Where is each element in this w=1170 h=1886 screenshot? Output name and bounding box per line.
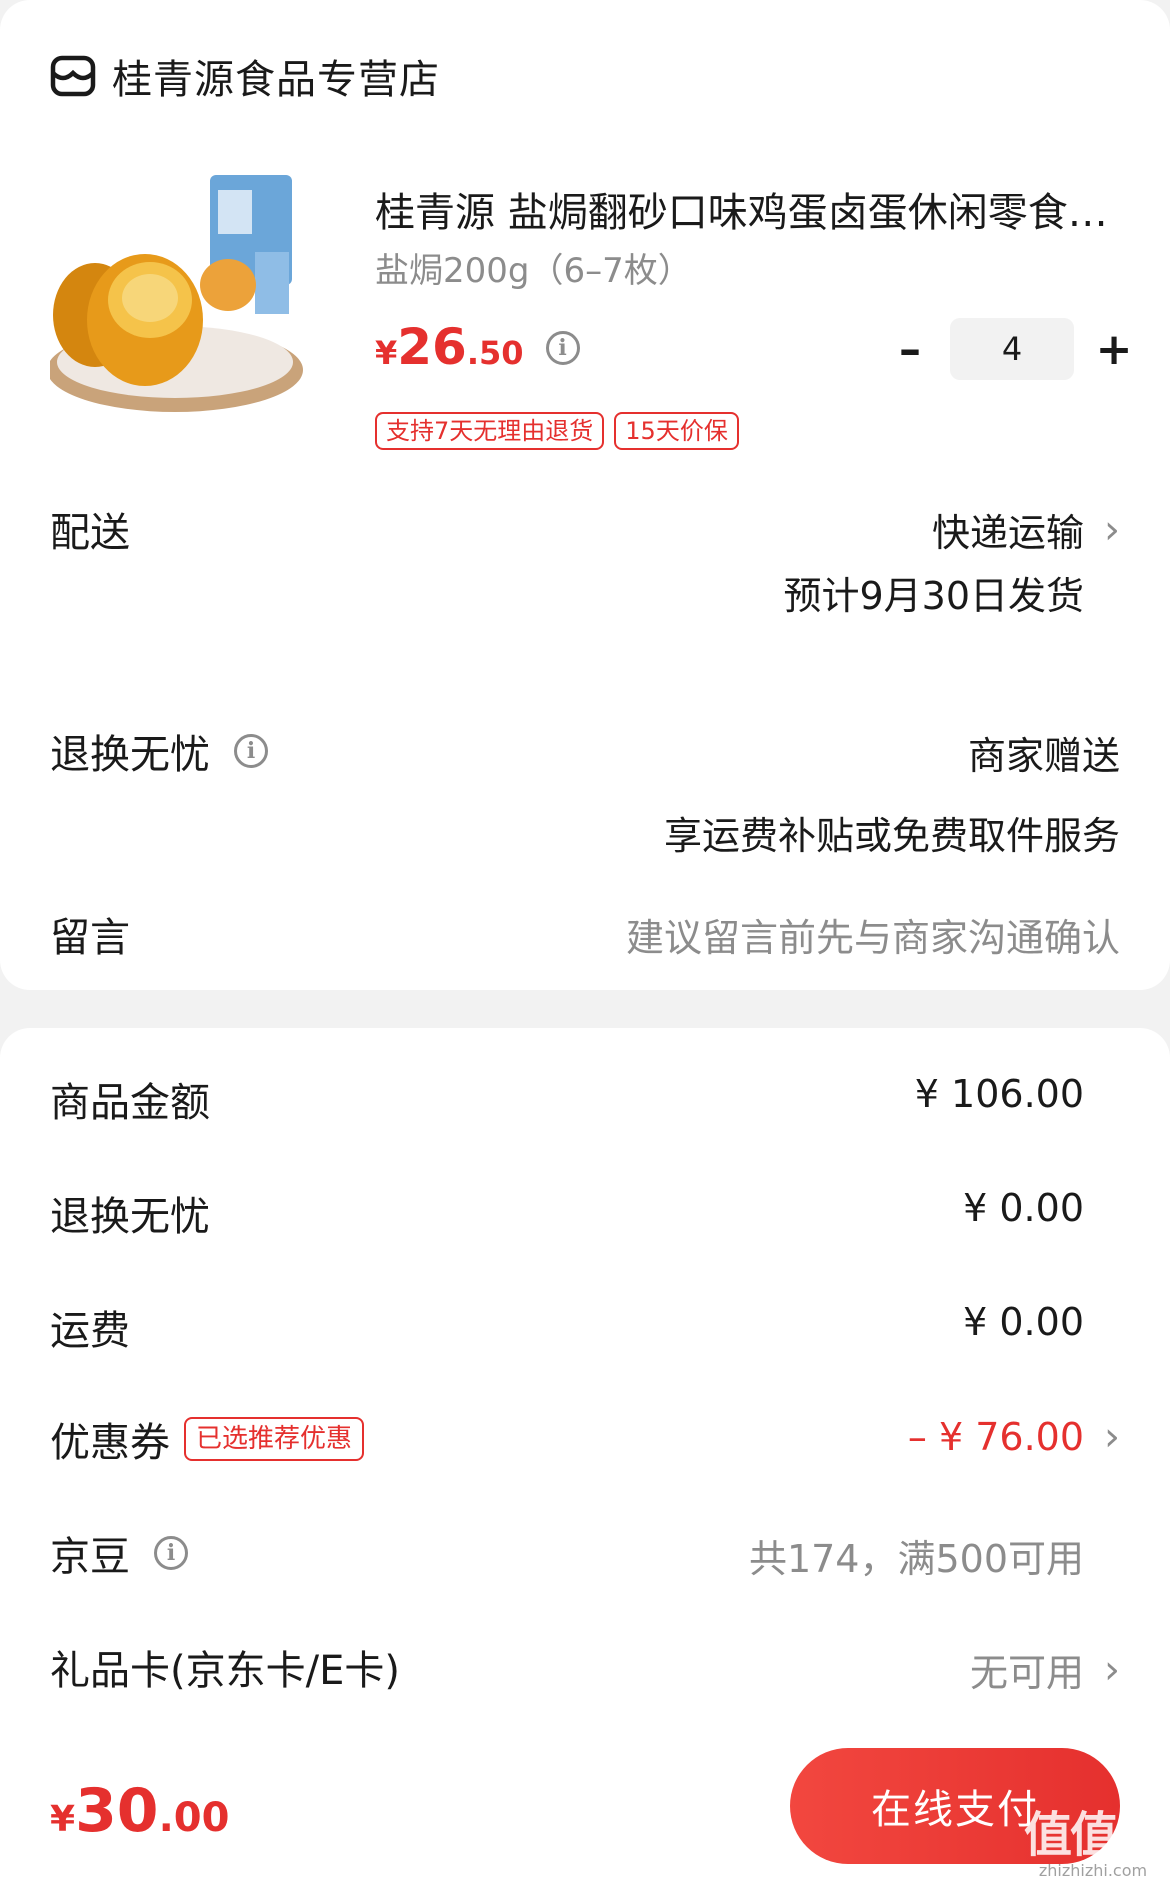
coupon-selector[interactable]: – ¥ 76.00 › xyxy=(908,1414,1120,1460)
quantity-input[interactable]: 4 xyxy=(950,318,1074,380)
unit-price: ¥ 26 .50 i xyxy=(375,318,580,378)
jd-bean-row-label: 京豆 i xyxy=(50,1524,188,1582)
product-image[interactable] xyxy=(50,170,332,452)
total-decimal: .00 xyxy=(158,1795,230,1841)
coupon-value: – ¥ 76.00 xyxy=(907,1415,1084,1459)
price-integer: 26 xyxy=(397,318,467,376)
return-fee-value: ¥ 0.00 xyxy=(963,1186,1084,1230)
watermark-url: zhizhizhi.com xyxy=(1038,1861,1148,1880)
watermark-logo: 值值值 xyxy=(1023,1807,1164,1863)
coupon-label: 优惠券 xyxy=(50,1420,170,1466)
price-decimal: .50 xyxy=(466,334,524,372)
return-info-icon[interactable]: i xyxy=(234,734,268,768)
order-card: 桂青源食品专营店 桂青源 盐焗翻砂口味鸡蛋卤蛋休闲零食小吃 盐焗200g（6–7… xyxy=(0,0,1170,990)
goods-amount-label: 商品金额 xyxy=(50,1080,210,1126)
quantity-stepper: – 4 + xyxy=(880,318,1144,380)
jd-bean-label: 京豆 xyxy=(50,1534,130,1580)
return-fee-label: 退换无忧 xyxy=(50,1194,210,1240)
increase-button[interactable]: + xyxy=(1084,318,1144,380)
total-symbol: ¥ xyxy=(50,1799,76,1840)
coupon-row-label: 优惠券 已选推荐优惠 xyxy=(50,1410,365,1468)
price-info-icon[interactable]: i xyxy=(545,331,580,365)
message-input[interactable]: 建议留言前先与商家沟通确认 xyxy=(626,907,1120,962)
product-spec[interactable]: 盐焗200g（6–7枚） xyxy=(375,243,692,292)
jd-bean-info-icon[interactable]: i xyxy=(154,1536,188,1570)
delivery-label: 配送 xyxy=(50,510,130,556)
store-name: 桂青源食品专营店 xyxy=(112,57,440,103)
service-tags: 支持7天无理由退货 15天价保 xyxy=(375,412,749,450)
gift-card-value: 无可用 xyxy=(969,1651,1084,1695)
decrease-button[interactable]: – xyxy=(880,318,940,380)
total-price: ¥ 30 .00 xyxy=(50,1776,229,1846)
price-protect-tag: 15天价保 xyxy=(614,412,739,450)
return-service-label: 退换无忧 xyxy=(50,732,210,778)
checkout-bar: ¥ 30 .00 在线支付 值值值 zhizhizhi.com xyxy=(0,1726,1170,1886)
return-service-row[interactable]: 退换无忧 i xyxy=(50,722,268,780)
total-integer: 30 xyxy=(75,1776,159,1846)
watermark: 值值值 zhizhizhi.com xyxy=(1023,1807,1164,1880)
chevron-right-icon: › xyxy=(1104,1646,1120,1693)
price-symbol: ¥ xyxy=(375,334,398,372)
delivery-eta: 预计9月30日发货 xyxy=(783,574,1084,618)
coupon-selected-badge: 已选推荐优惠 xyxy=(184,1417,365,1461)
delivery-method[interactable]: 快递运输 › xyxy=(932,502,1120,557)
store-icon xyxy=(50,55,96,97)
chevron-right-icon: › xyxy=(1104,506,1120,553)
return-policy-tag: 支持7天无理由退货 xyxy=(375,412,605,450)
product-title[interactable]: 桂青源 盐焗翻砂口味鸡蛋卤蛋休闲零食小吃 xyxy=(375,180,1115,238)
gift-card-label: 礼品卡(京东卡/E卡) xyxy=(50,1648,400,1694)
return-service-value: 商家赠送 xyxy=(967,734,1120,778)
jd-bean-value: 共174，满500可用 xyxy=(748,1537,1084,1581)
chevron-right-icon: › xyxy=(1104,1414,1120,1460)
freight-value: ¥ 0.00 xyxy=(963,1300,1084,1344)
freight-label: 运费 xyxy=(50,1308,130,1354)
goods-amount-value: ¥ 106.00 xyxy=(914,1072,1084,1116)
return-service-desc: 享运费补贴或免费取件服务 xyxy=(663,814,1120,858)
gift-card-selector[interactable]: 无可用 › xyxy=(970,1642,1120,1697)
delivery-method-text: 快递运输 xyxy=(931,511,1084,555)
store-header[interactable]: 桂青源食品专营店 xyxy=(50,48,440,104)
message-label: 留言 xyxy=(50,915,130,961)
